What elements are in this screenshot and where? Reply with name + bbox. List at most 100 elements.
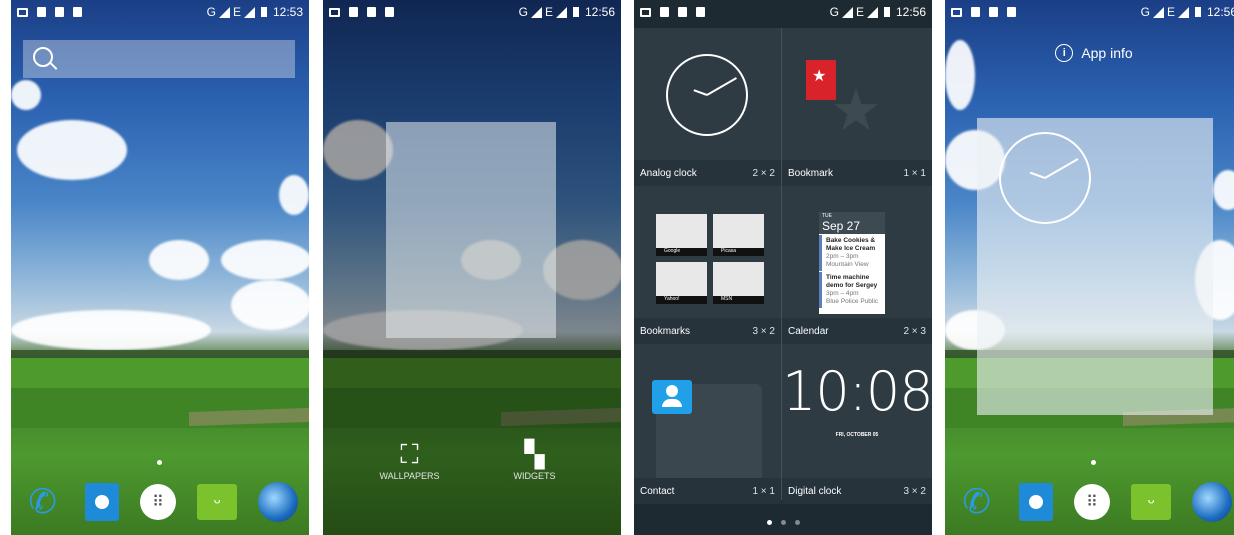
notification-icon bbox=[951, 7, 962, 17]
sd-icon bbox=[696, 7, 705, 17]
widget-size: 1 × 1 bbox=[752, 485, 775, 497]
bookmark-thumb-label: Google bbox=[656, 248, 707, 256]
signal-icon bbox=[1152, 6, 1164, 18]
page-dot bbox=[794, 520, 800, 525]
lock-icon bbox=[349, 7, 358, 17]
messaging-icon[interactable]: ᵕ bbox=[1131, 484, 1172, 520]
wallpaper-icon: ⛶ bbox=[400, 439, 419, 469]
widget-bookmarks[interactable]: Google Picasa Yahoo! MSN Bookmarks 3 × 2 bbox=[634, 186, 781, 344]
digital-clock-time: 10:08 bbox=[782, 360, 932, 423]
wallpapers-button[interactable]: ⛶ WALLPAPERS bbox=[370, 437, 450, 481]
widgets-screen: Analog clock 2 × 2 ★ Bookmark 1 × 1 Goog… bbox=[634, 0, 932, 535]
cloud bbox=[149, 240, 209, 280]
clock: 12:56 bbox=[1206, 5, 1234, 19]
phone-icon[interactable]: ✆ bbox=[956, 481, 998, 523]
widget-name: Digital clock bbox=[788, 485, 842, 497]
battery-icon bbox=[1194, 7, 1201, 17]
battery-icon bbox=[883, 7, 890, 17]
cloud bbox=[279, 175, 309, 215]
bookmark-thumb: Picasa bbox=[713, 214, 764, 256]
app-drawer-icon[interactable]: ⠿ bbox=[139, 484, 176, 520]
contacts-icon[interactable] bbox=[1018, 483, 1053, 521]
sim-icon bbox=[55, 7, 64, 17]
widget-preview: TUE Sep 27 Bake Cookies & Make Ice Cream… bbox=[782, 186, 932, 318]
app-info-label: App info bbox=[1081, 45, 1133, 61]
network-type: G bbox=[518, 5, 528, 19]
overview-screen: G E 12:56 ⛶ WALLPAPERS ▚ WIDGETS bbox=[323, 0, 621, 535]
digital-clock-date: FRI, OCTOBER 05 bbox=[835, 432, 879, 438]
path bbox=[501, 407, 621, 427]
widget-preview bbox=[634, 28, 781, 160]
network-type: G bbox=[829, 5, 839, 19]
widget-bookmark[interactable]: ★ Bookmark 1 × 1 bbox=[782, 28, 932, 186]
notification-icon bbox=[17, 7, 28, 17]
bookmark-thumb: Google bbox=[656, 214, 707, 256]
calendar-date: Sep 27 bbox=[822, 219, 861, 233]
widget-contact[interactable]: Contact 1 × 1 bbox=[634, 344, 781, 504]
calendar-event: Bake Cookies & Make Ice Cream 2pm – 3pm … bbox=[819, 235, 885, 271]
calendar-header: TUE Sep 27 bbox=[819, 212, 885, 234]
hills bbox=[323, 350, 621, 358]
app-drawer-icon[interactable]: ⠿ bbox=[1073, 484, 1110, 520]
browser-icon[interactable] bbox=[258, 482, 299, 522]
clock-hand bbox=[1044, 158, 1079, 179]
network-type-2: E bbox=[855, 5, 864, 19]
hills bbox=[11, 350, 309, 358]
cloud bbox=[17, 120, 127, 180]
dragged-widget[interactable] bbox=[977, 118, 1213, 415]
page-indicator bbox=[157, 460, 162, 465]
widget-caption: Bookmark 1 × 1 bbox=[782, 160, 932, 186]
bookmark-thumb-label: Yahoo! bbox=[656, 296, 707, 304]
home-screen: G E 12:53 ✆ ⠿ ᵕ bbox=[11, 0, 309, 535]
contacts-icon[interactable] bbox=[84, 483, 119, 521]
phone-icon[interactable]: ✆ bbox=[22, 481, 64, 523]
info-icon: i bbox=[1055, 44, 1074, 62]
signal-icon bbox=[218, 6, 230, 18]
event-place: Mountain View bbox=[826, 261, 869, 268]
sim-icon bbox=[678, 7, 687, 17]
battery-icon bbox=[572, 7, 579, 17]
widget-calendar[interactable]: TUE Sep 27 Bake Cookies & Make Ice Cream… bbox=[782, 186, 932, 344]
field bbox=[11, 358, 309, 388]
clock-hand bbox=[1029, 171, 1046, 179]
search-icon bbox=[33, 47, 53, 67]
network-type: G bbox=[206, 5, 216, 19]
calendar-preview: TUE Sep 27 Bake Cookies & Make Ice Cream… bbox=[819, 212, 885, 314]
battery-icon bbox=[260, 7, 267, 17]
browser-icon[interactable] bbox=[1192, 482, 1233, 522]
field bbox=[323, 358, 621, 388]
widgets-button[interactable]: ▚ WIDGETS bbox=[495, 437, 575, 481]
calendar-event: Time machine demo for Sergey 3pm – 4pm B… bbox=[819, 272, 885, 308]
network-type-2: E bbox=[1166, 5, 1175, 19]
bookmark-thumb-label: Picasa bbox=[713, 248, 764, 256]
event-title: Time machine demo for Sergey bbox=[826, 274, 878, 289]
widget-analog-clock[interactable]: Analog clock 2 × 2 bbox=[634, 28, 781, 186]
search-bar[interactable] bbox=[23, 40, 295, 78]
bookmark-thumb: Yahoo! bbox=[656, 262, 707, 304]
workspace-preview[interactable] bbox=[386, 122, 556, 338]
widgets-icon: ▚ bbox=[524, 439, 545, 469]
widget-size: 1 × 1 bbox=[903, 167, 926, 179]
widget-caption: Analog clock 2 × 2 bbox=[634, 160, 781, 186]
event-place: Blue Police Public bbox=[826, 298, 879, 305]
messaging-icon[interactable]: ᵕ bbox=[197, 484, 238, 520]
widget-caption: Calendar 2 × 3 bbox=[782, 318, 932, 344]
app-info-target[interactable]: i App info bbox=[945, 44, 1234, 62]
network-type-2: E bbox=[232, 5, 241, 19]
lock-icon bbox=[971, 7, 980, 17]
signal-icon bbox=[866, 6, 878, 18]
signal-icon bbox=[555, 6, 567, 18]
widget-preview: ★ bbox=[782, 28, 932, 160]
clock-hand bbox=[693, 89, 708, 96]
sd-icon bbox=[73, 7, 82, 17]
widget-digital-clock[interactable]: 10:08 FRI, OCTOBER 05 Digital clock 3 × … bbox=[782, 344, 932, 504]
notification-icon bbox=[640, 7, 651, 17]
bookmark-thumb: MSN bbox=[713, 262, 764, 304]
sd-icon bbox=[385, 7, 394, 17]
widget-size: 3 × 2 bbox=[752, 325, 775, 337]
clock: 12:53 bbox=[272, 5, 303, 19]
event-title: Bake Cookies & Make Ice Cream bbox=[826, 237, 876, 252]
network-type-2: E bbox=[544, 5, 553, 19]
bookmark-thumb-label: MSN bbox=[713, 296, 764, 304]
widget-caption: Contact 1 × 1 bbox=[634, 478, 781, 504]
